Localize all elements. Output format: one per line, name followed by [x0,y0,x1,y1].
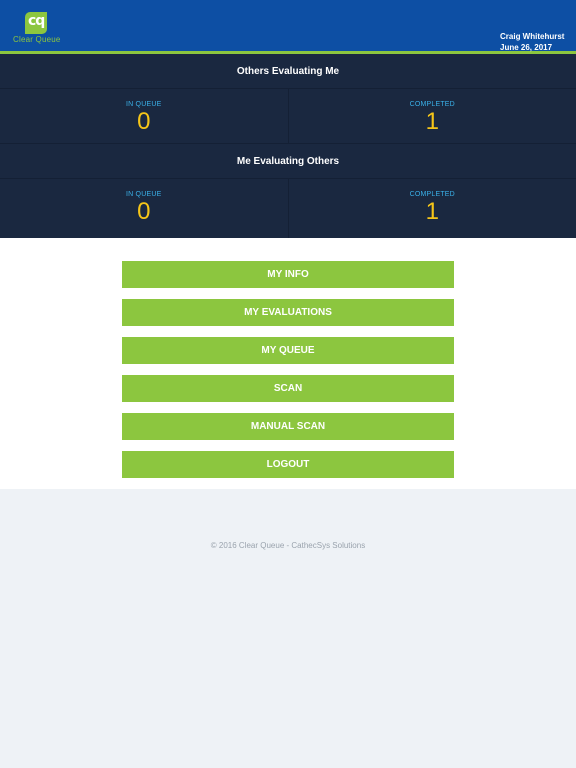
others-in-queue-stat[interactable]: IN QUEUE 0 [0,89,289,144]
me-evaluating-others-row: IN QUEUE 0 COMPLETED 1 [0,179,576,238]
user-info: Craig Whitehurst June 26, 2017 [500,31,564,53]
main-menu: MY INFO MY EVALUATIONS MY QUEUE SCAN MAN… [0,238,576,489]
app-root: cq Clear Queue Craig Whitehurst June 26,… [0,0,576,768]
stat-label: IN QUEUE [126,191,162,198]
current-date: June 26, 2017 [500,43,553,52]
logo-text: Clear Queue [13,35,61,44]
me-completed-stat[interactable]: COMPLETED 1 [289,179,576,238]
my-info-button[interactable]: MY INFO [122,261,454,288]
scan-button[interactable]: SCAN [122,375,454,402]
stat-label: IN QUEUE [126,101,162,108]
stats-panel: Others Evaluating Me IN QUEUE 0 COMPLETE… [0,54,576,238]
stat-value: 0 [137,198,151,225]
clear-queue-logo[interactable]: cq Clear Queue [13,12,63,44]
me-in-queue-stat[interactable]: IN QUEUE 0 [0,179,289,238]
footer-copyright: © 2016 Clear Queue - CathecSys Solutions [210,541,366,550]
others-completed-stat[interactable]: COMPLETED 1 [288,89,576,144]
app-header: cq Clear Queue Craig Whitehurst June 26,… [0,0,576,54]
stat-label: COMPLETED [409,191,455,198]
stat-value: 1 [425,108,439,135]
others-evaluating-me-title: Others Evaluating Me [0,54,576,89]
stat-value: 0 [137,108,151,135]
others-evaluating-me-row: IN QUEUE 0 COMPLETED 1 [0,89,576,144]
manual-scan-button[interactable]: MANUAL SCAN [122,413,454,440]
stat-value: 1 [425,198,439,225]
my-evaluations-button[interactable]: MY EVALUATIONS [122,299,454,326]
logo-mark-icon: cq [25,12,47,34]
user-name: Craig Whitehurst [500,32,565,41]
logo-mark-text: cq [28,13,45,29]
logout-button[interactable]: LOGOUT [122,451,454,478]
stat-label: COMPLETED [409,101,455,108]
me-evaluating-others-title: Me Evaluating Others [0,144,576,179]
my-queue-button[interactable]: MY QUEUE [122,337,454,364]
